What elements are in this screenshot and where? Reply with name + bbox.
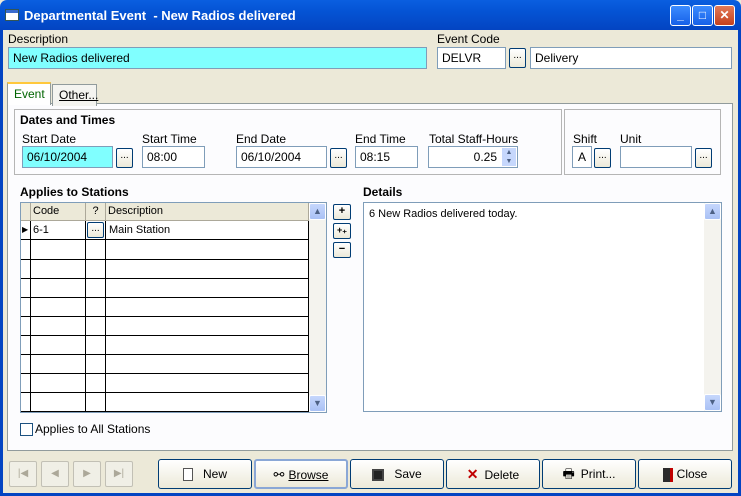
scroll-down-icon[interactable]: ▼ [309,395,326,412]
unit-label: Unit [620,132,642,146]
app-icon [5,9,19,21]
delete-button[interactable]: ✕ Delete [446,459,540,489]
close-button-label: Close [676,467,708,481]
print-button-label: Print... [580,467,616,481]
staff-hours-label: Total Staff-Hours [429,132,519,146]
shift-browse-button[interactable]: ... [594,148,611,168]
table-row[interactable]: ▶ 6-1 ... Main Station [21,221,309,240]
floppy-disk-icon [372,468,385,481]
description-input[interactable]: New Radios delivered [8,47,427,69]
dates-heading: Dates and Times [20,113,116,127]
staff-hours-spinner[interactable]: ▲ ▼ [502,148,516,166]
row-selector-header [21,203,31,221]
end-date-input[interactable]: 06/10/2004 [236,146,327,168]
tab-other[interactable]: Other... [52,84,98,106]
binoculars-icon: ⚯ [273,467,285,482]
minimize-button[interactable]: _ [670,5,691,26]
prev-record-icon[interactable]: ◀ [41,461,69,487]
details-scrollbar[interactable]: ▲ ▼ [704,203,721,411]
applies-all-label: Applies to All Stations [35,422,151,436]
scroll-up-icon[interactable]: ▲ [309,203,326,220]
new-button[interactable]: New [158,459,252,489]
next-record-icon[interactable]: ▶ [73,461,101,487]
end-time-input[interactable]: 08:15 [355,146,418,168]
row-description[interactable]: Main Station [109,224,170,236]
event-code-input[interactable]: DELVR [437,47,506,69]
delete-button-label: Delete [484,468,520,482]
spin-down-icon[interactable]: ▼ [502,157,516,166]
table-row[interactable] [21,317,309,336]
start-date-picker-button[interactable]: ... [116,148,133,168]
shift-input[interactable]: A [572,146,592,168]
scroll-down-icon[interactable]: ▼ [704,394,721,411]
table-row[interactable] [21,355,309,374]
shift-label: Shift [573,132,598,146]
add-multiple-stations-button[interactable]: +₊ [333,223,351,239]
browse-button[interactable]: ⚯ Browse [254,459,348,489]
description-label: Description [8,32,69,46]
new-document-icon [182,468,193,482]
end-date-picker-button[interactable]: ... [330,148,347,168]
table-row[interactable] [21,241,309,260]
start-date-input[interactable]: 06/10/2004 [22,146,113,168]
stations-heading: Applies to Stations [20,185,129,199]
save-button-label: Save [394,467,422,481]
details-textarea[interactable]: 6 New Radios delivered today. ▲ ▼ [363,202,722,412]
details-heading: Details [363,185,403,199]
col-description-header[interactable]: Description [106,203,309,221]
current-row-pointer-icon: ▶ [22,225,29,234]
end-date-label: End Date [236,132,287,146]
exit-door-icon [662,467,673,482]
table-row[interactable] [21,393,309,412]
add-station-button[interactable]: + [333,204,351,220]
event-code-label: Event Code [437,32,500,46]
last-record-icon[interactable]: ▶| [105,461,133,487]
unit-input[interactable] [620,146,692,168]
end-time-label: End Time [355,132,406,146]
save-button[interactable]: Save [350,459,444,489]
event-code-name: Delivery [530,47,732,69]
remove-station-button[interactable]: − [333,242,351,258]
event-code-browse-button[interactable]: ... [509,48,526,68]
spin-up-icon[interactable]: ▲ [502,148,516,157]
row-code[interactable]: 6-1 [33,224,49,236]
details-text[interactable]: 6 New Radios delivered today. [369,208,517,220]
new-button-label: New [202,467,227,481]
row-lookup-button[interactable]: ... [87,222,104,238]
delete-x-icon: ✕ [466,466,479,482]
stations-grid[interactable]: Code ? Description ▶ 6-1 ... Main Statio… [20,202,327,413]
table-row[interactable] [21,260,309,279]
start-date-label: Start Date [22,132,77,146]
scroll-up-icon[interactable]: ▲ [704,203,721,220]
start-time-input[interactable]: 08:00 [142,146,205,168]
col-q-header[interactable]: ? [86,203,106,221]
table-row[interactable] [21,279,309,298]
table-row[interactable] [21,374,309,393]
start-time-label: Start Time [142,132,197,146]
browse-button-label: Browse [288,468,329,482]
table-row[interactable] [21,298,309,317]
printer-icon: 🖶 [562,466,575,481]
col-code-header[interactable]: Code [31,203,86,221]
close-window-button[interactable]: ✕ [714,5,735,26]
applies-all-checkbox[interactable] [20,423,33,436]
first-record-icon[interactable]: |◀ [9,461,37,487]
window-title: Departmental Event - New Radios delivere… [24,8,296,23]
unit-browse-button[interactable]: ... [695,148,712,168]
stations-scrollbar[interactable]: ▲ ▼ [309,203,326,412]
print-button[interactable]: 🖶 Print... [542,459,636,489]
close-button[interactable]: Close [638,459,732,489]
table-row[interactable] [21,336,309,355]
maximize-button[interactable]: □ [692,5,713,26]
tab-event[interactable]: Event [7,82,51,105]
